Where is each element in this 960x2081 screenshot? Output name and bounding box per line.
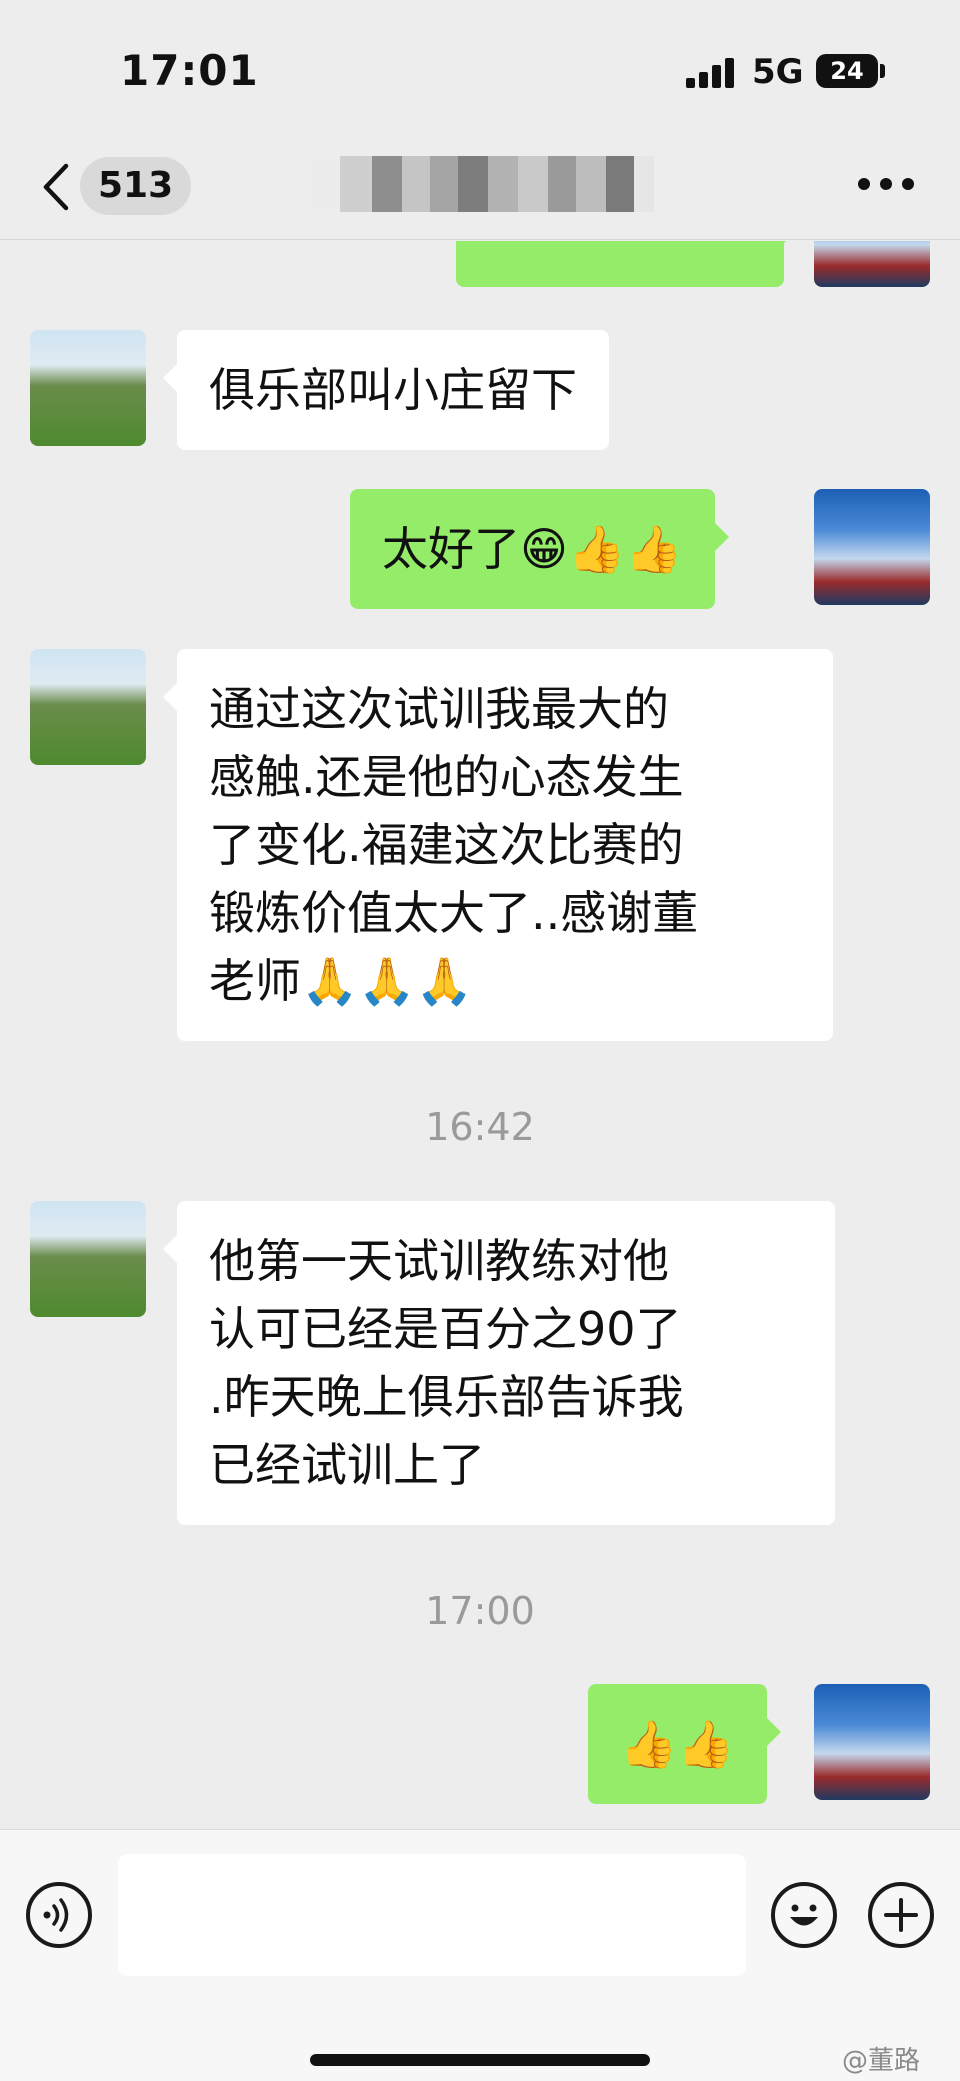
message-bubble-outgoing[interactable]: 太好了😁👍👍	[350, 489, 729, 609]
message-bubble-outgoing[interactable]	[456, 241, 798, 287]
timestamp: 17:00	[425, 1589, 535, 1633]
message-bubble-outgoing[interactable]: 👍👍	[588, 1684, 781, 1804]
status-time: 17:01	[120, 46, 259, 95]
message-bubble-incoming[interactable]: 通过这次试训我最大的 感触.还是他的心态发生 了变化.福建这次比赛的 锻炼价值太…	[163, 649, 833, 1041]
back-icon[interactable]	[38, 162, 78, 212]
battery-tip	[880, 64, 885, 78]
avatar-friend[interactable]	[30, 649, 146, 765]
battery-icon: 24	[816, 54, 878, 88]
home-indicator	[310, 2054, 650, 2066]
message-bubble-incoming[interactable]: 俱乐部叫小庄留下	[163, 330, 609, 450]
avatar-self[interactable]	[814, 489, 930, 605]
status-bar: 17:01 5G 24	[0, 0, 960, 140]
network-type: 5G	[752, 52, 804, 92]
timestamp: 16:42	[425, 1105, 535, 1149]
watermark: @董路	[842, 2046, 921, 2076]
message-bubble-incoming[interactable]: 他第一天试训教练对他 认可已经是百分之90了 .昨天晚上俱乐部告诉我 已经试训上…	[163, 1201, 835, 1525]
avatar-self[interactable]	[814, 241, 930, 287]
input-bar	[0, 1829, 960, 2081]
plus-icon[interactable]	[868, 1882, 934, 1948]
chat-title-pixelated	[312, 156, 654, 212]
avatar-friend[interactable]	[30, 330, 146, 446]
chat-messages: 俱乐部叫小庄留下 太好了😁👍👍 通过这次试训我最大的 感触.还是他的心态发生 了…	[0, 241, 960, 1829]
avatar-self[interactable]	[814, 1684, 930, 1800]
signal-icon	[686, 58, 736, 88]
more-icon[interactable]	[858, 178, 914, 192]
avatar-friend[interactable]	[30, 1201, 146, 1317]
voice-icon[interactable]	[26, 1882, 92, 1948]
chat-header: 513	[0, 140, 960, 240]
message-input[interactable]	[118, 1854, 746, 1976]
emoji-icon[interactable]	[771, 1882, 837, 1948]
unread-count-badge[interactable]: 513	[80, 157, 192, 215]
